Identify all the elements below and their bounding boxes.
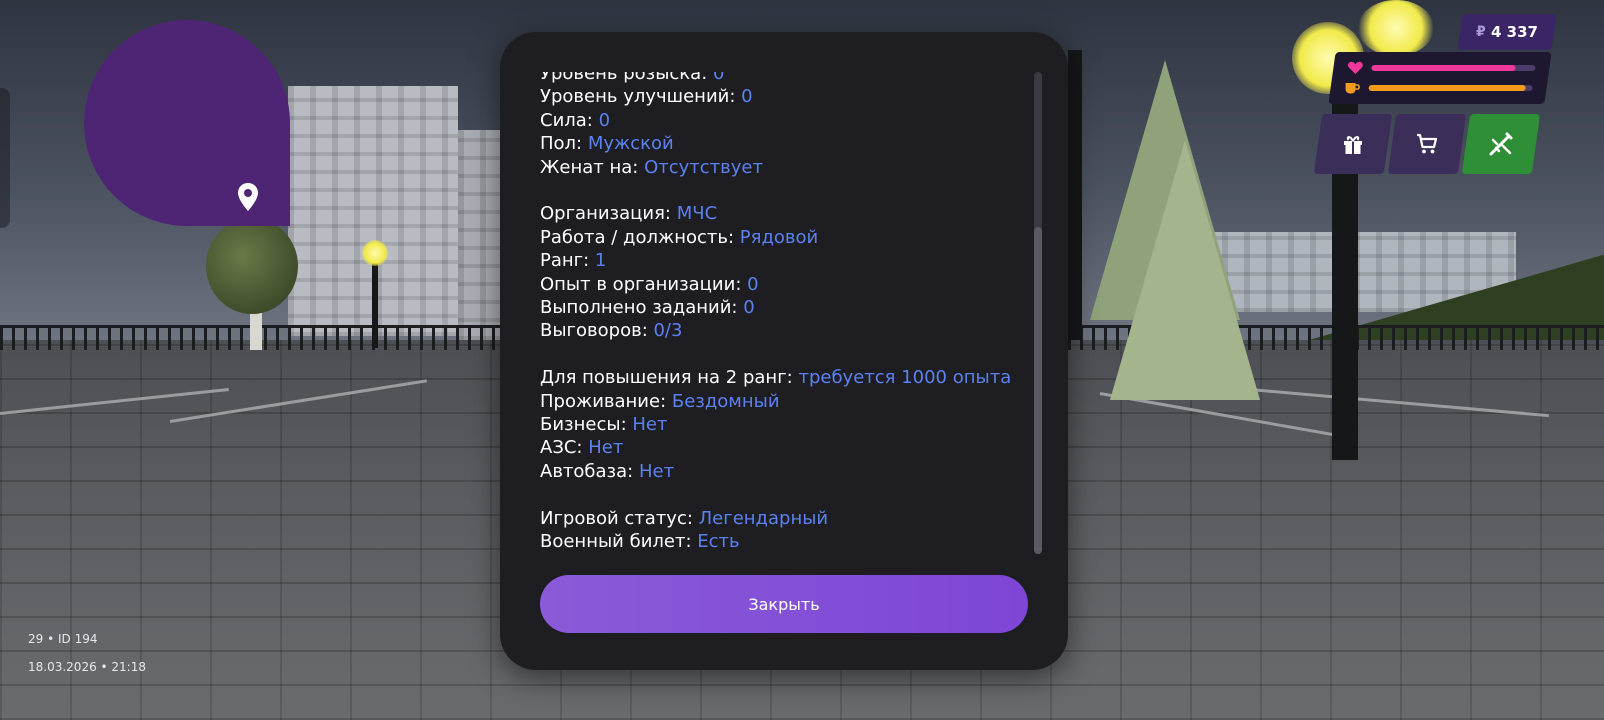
weapons-icon	[1489, 132, 1513, 156]
stat-label: Выполнено заданий:	[540, 297, 744, 319]
stat-value: Нет	[588, 437, 624, 459]
stat-row: Организация: МЧС	[540, 202, 1011, 225]
stat-value: 1	[594, 250, 607, 272]
stat-label: Бизнесы:	[540, 414, 633, 436]
date-time: 18.03.2026 • 21:18	[28, 660, 146, 674]
stat-value: Легендарный	[698, 507, 829, 529]
stat-label: Опыт в организации:	[540, 273, 748, 295]
cart-icon	[1417, 133, 1438, 154]
gift-button[interactable]	[1313, 114, 1393, 174]
lamp-light	[362, 240, 388, 266]
stat-row: Опыт в организации: 0	[540, 273, 1011, 296]
stat-value: 0	[743, 297, 755, 319]
hunger-bar-fill	[1368, 85, 1527, 91]
stat-row: Бизнесы: Нет	[540, 413, 1011, 436]
street-lamp	[372, 256, 378, 348]
health-bar-row	[1347, 61, 1536, 75]
stat-label: Работа / должность:	[540, 226, 740, 248]
stat-row: Сила: 0	[540, 109, 1011, 132]
stat-label: Организация:	[540, 203, 677, 225]
player-info: 29 • ID 194	[28, 632, 98, 646]
close-button[interactable]: Закрыть	[540, 575, 1028, 633]
scrollbar-thumb[interactable]	[1034, 227, 1042, 554]
stat-value: МЧС	[676, 203, 718, 225]
shop-button[interactable]	[1387, 114, 1467, 174]
stat-row: Уровень розыска: 0	[540, 72, 1011, 85]
stat-row: Проживание: Бездомный	[540, 390, 1011, 413]
stat-row: Уровень улучшений: 0	[540, 85, 1011, 108]
stats-scroll-area[interactable]: Уровень розыска: 0 Уровень улучшений: 0 Си…	[540, 72, 1040, 584]
stat-label: Пол:	[540, 133, 588, 155]
stat-row: Выполнено заданий: 0	[540, 296, 1011, 319]
location-pin-icon	[238, 183, 258, 211]
stat-value: Есть	[697, 531, 740, 553]
stat-row: АЗС: Нет	[540, 436, 1011, 459]
stat-label: Сила:	[540, 109, 599, 131]
stat-value: 0	[598, 109, 611, 131]
money-display: ₽ 4 337	[1457, 14, 1557, 50]
stat-label: Уровень улучшений:	[540, 86, 742, 108]
stat-row: Выговоров: 0/3	[540, 319, 1011, 342]
stat-row: Женат на: Отсутствует	[540, 156, 1011, 179]
lamp-light	[1358, 0, 1434, 56]
stat-row: Автобаза: Нет	[540, 460, 1011, 483]
stat-row: Ранг: 1	[540, 249, 1011, 272]
health-bar-fill	[1371, 65, 1516, 71]
stat-label: Женат на:	[540, 156, 645, 178]
stat-label: Проживание:	[540, 390, 672, 412]
stat-label: Военный билет:	[540, 531, 698, 553]
heart-icon	[1347, 61, 1363, 74]
stat-row: Пол: Мужской	[540, 132, 1011, 155]
tree	[206, 218, 298, 314]
hunger-bar	[1368, 85, 1533, 91]
side-panel-handle[interactable]	[0, 88, 10, 228]
stat-value: 0	[713, 72, 725, 84]
stat-label: Уровень розыска:	[540, 72, 713, 84]
player-stats-dialog: Уровень розыска: 0 Уровень улучшений: 0 Си…	[500, 32, 1068, 670]
hunger-bar-row	[1345, 81, 1533, 95]
stat-row: Военный билет: Есть	[540, 530, 1011, 553]
stat-label: АЗС:	[540, 437, 589, 459]
weapons-button[interactable]	[1461, 114, 1541, 174]
stat-value: 0	[741, 86, 753, 108]
money-amount: 4 337	[1490, 23, 1538, 41]
scrollbar[interactable]	[1034, 72, 1042, 554]
stat-label: Для повышения на 2 ранг:	[540, 367, 799, 389]
stat-value: 0	[747, 273, 759, 295]
stat-label: Выговоров:	[540, 320, 654, 342]
street-lamp	[1068, 50, 1082, 340]
stat-value: 0/3	[653, 320, 683, 342]
coffee-cup-icon	[1345, 83, 1360, 94]
stat-row: Работа / должность: Рядовой	[540, 226, 1011, 249]
stat-label: Ранг:	[540, 250, 595, 272]
stat-value: требуется 1000 опыта	[798, 367, 1012, 389]
health-bar	[1371, 65, 1536, 71]
stat-value: Нет	[638, 460, 675, 482]
stat-row: Для повышения на 2 ранг: требуется 1000 …	[540, 366, 1011, 389]
stat-value: Мужской	[587, 133, 674, 155]
stat-value: Рядовой	[739, 226, 819, 248]
ruble-icon: ₽	[1476, 24, 1486, 40]
stat-label: Автобаза:	[540, 460, 639, 482]
pine-tree	[1110, 140, 1260, 400]
stats-list: Уровень розыска: 0 Уровень улучшений: 0 Си…	[540, 72, 1011, 553]
gift-icon	[1344, 136, 1362, 154]
stat-row: Игровой статус: Легендарный	[540, 507, 1011, 530]
stat-value: Отсутствует	[644, 156, 763, 178]
stat-value: Бездомный	[671, 390, 780, 412]
stat-value: Нет	[632, 414, 668, 436]
status-bars	[1328, 52, 1552, 104]
stat-label: Игровой статус:	[540, 507, 699, 529]
